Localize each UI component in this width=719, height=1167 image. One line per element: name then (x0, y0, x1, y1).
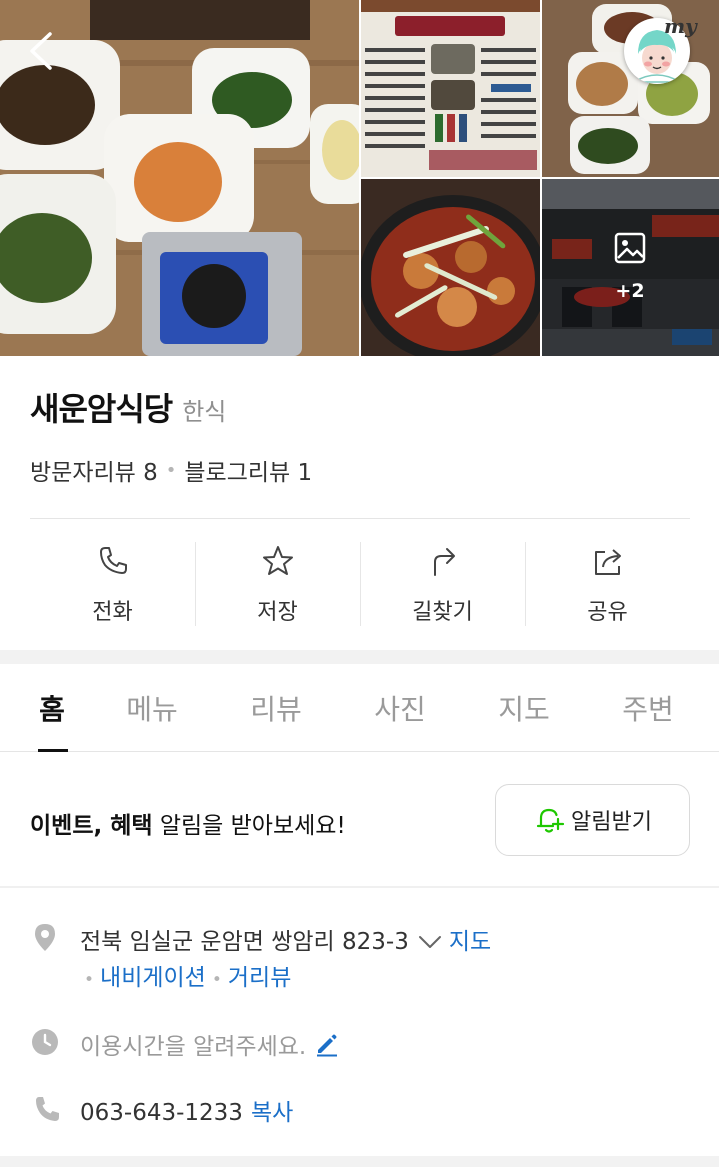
business-hours-row[interactable]: 이용시간을 알려주세요. (80, 1027, 340, 1061)
subscribe-alerts-button[interactable]: 알림받기 (495, 784, 690, 856)
share-button-label: 공유 (587, 600, 628, 625)
directions-button[interactable]: 길찾기 (360, 540, 525, 626)
phone-icon (99, 547, 127, 574)
directions-icon (433, 548, 455, 576)
my-badge-label: my (664, 14, 697, 38)
call-button-label: 전화 (92, 600, 133, 625)
streetview-link[interactable]: 거리뷰 (228, 965, 291, 991)
tab-nearby[interactable]: 주변 (586, 664, 710, 751)
clock-icon (32, 1029, 58, 1055)
divider (30, 518, 690, 519)
tab-map[interactable]: 지도 (462, 664, 586, 751)
chevron-down-icon (418, 935, 441, 948)
phone-number[interactable]: 063-643-1233 (80, 1100, 243, 1126)
alert-banner-text: 이벤트, 혜택 알림을 받아보세요! (30, 806, 346, 840)
tab-bar: 홈 메뉴 리뷰 사진 지도 주변 (0, 664, 719, 752)
divider (0, 886, 719, 888)
phone-icon (36, 1097, 59, 1121)
place-title-row: 새운암식당 한식 (30, 384, 226, 430)
star-icon (262, 546, 293, 575)
image-gallery-icon (614, 232, 646, 264)
place-name: 새운암식당 (30, 390, 173, 428)
pencil-edit-icon[interactable] (314, 1031, 340, 1057)
separator-dot: • (211, 970, 222, 990)
address-links: • 내비게이션 • 거리뷰 (78, 958, 291, 992)
tab-photos[interactable]: 사진 (338, 664, 462, 751)
directions-button-label: 길찾기 (412, 600, 473, 625)
review-summary: 방문자리뷰 8 • 블로그리뷰 1 (30, 453, 312, 487)
section-gap (0, 1156, 719, 1167)
save-button[interactable]: 저장 (195, 540, 360, 626)
location-pin-icon (35, 924, 55, 951)
separator-dot: • (84, 970, 95, 990)
subscribe-alerts-label: 알림받기 (571, 810, 652, 835)
copy-phone-link[interactable]: 복사 (251, 1100, 293, 1126)
separator-dot: • (165, 459, 177, 481)
visitor-review-link[interactable]: 방문자리뷰 8 (30, 453, 158, 487)
address-row: 전북 임실군 운암면 쌍암리 823-3 지도 (80, 922, 491, 956)
tab-home[interactable]: 홈 (14, 664, 90, 752)
blog-review-link[interactable]: 블로그리뷰 1 (184, 453, 312, 487)
photo-grid: +2 my (0, 0, 719, 356)
navigation-link[interactable]: 내비게이션 (100, 965, 206, 991)
chevron-left-icon (30, 32, 52, 70)
more-photos-overlay[interactable] (542, 179, 719, 356)
photo-menu-board[interactable] (361, 0, 540, 177)
more-photos-count: +2 (615, 280, 645, 302)
section-gap (0, 650, 719, 664)
hours-placeholder: 이용시간을 알려주세요. (80, 1034, 307, 1060)
tab-reviews[interactable]: 리뷰 (214, 664, 338, 751)
address-expand-button[interactable] (417, 930, 443, 956)
place-category: 한식 (182, 398, 227, 426)
alert-text-rest: 알림을 받아보세요! (152, 813, 346, 839)
action-bar: 전화 저장 길찾기 공유 (30, 540, 690, 626)
tab-menu[interactable]: 메뉴 (90, 664, 214, 751)
address-text: 전북 임실군 운암면 쌍암리 823-3 (80, 929, 409, 955)
bell-plus-icon (536, 808, 565, 833)
call-button[interactable]: 전화 (30, 540, 195, 626)
alert-text-bold: 이벤트, 혜택 (30, 813, 153, 839)
photo-braised-chicken[interactable] (361, 179, 540, 356)
share-button[interactable]: 공유 (525, 540, 690, 626)
share-icon (594, 549, 621, 575)
save-button-label: 저장 (257, 600, 298, 625)
phone-row: 063-643-1233 복사 (80, 1093, 293, 1127)
back-button[interactable] (22, 28, 62, 74)
map-link[interactable]: 지도 (449, 929, 491, 955)
